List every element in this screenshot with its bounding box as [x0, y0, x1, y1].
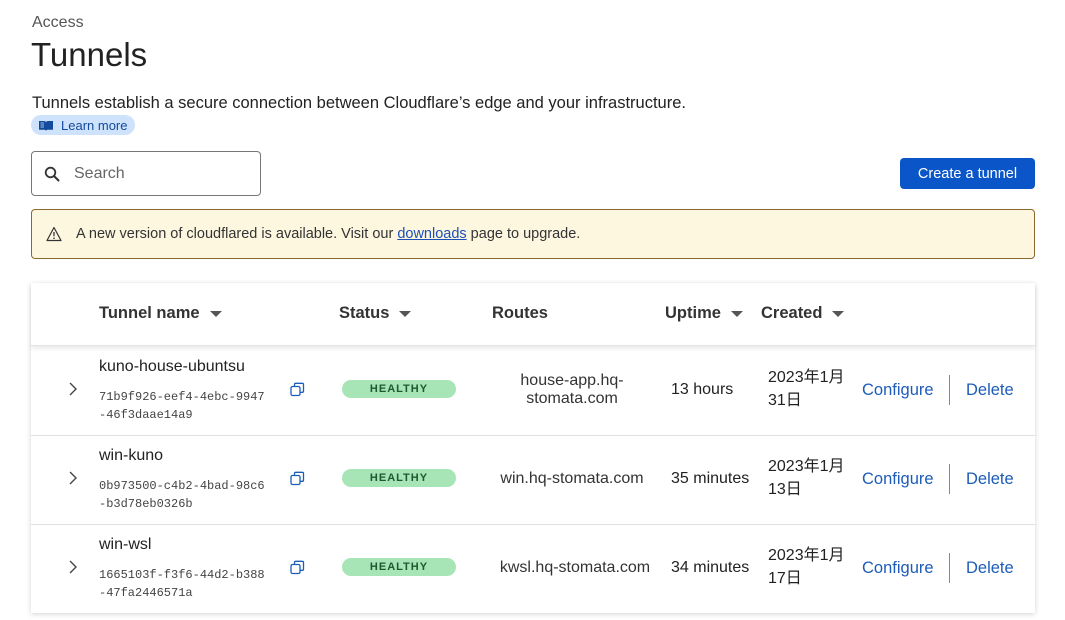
- learn-more-link[interactable]: Learn more: [31, 115, 136, 135]
- copy-icon[interactable]: [290, 471, 305, 486]
- uptime-text: 34 minutes: [671, 559, 750, 576]
- divider: [949, 375, 950, 405]
- expand-chevron-icon[interactable]: [68, 382, 78, 396]
- expand-chevron-icon[interactable]: [68, 560, 78, 574]
- column-created[interactable]: Created: [761, 304, 845, 323]
- divider: [949, 464, 950, 494]
- breadcrumb: Access: [32, 14, 84, 31]
- alert-text-prefix: A new version of cloudflared is availabl…: [76, 226, 398, 242]
- tunnel-id: 0b973500-c4b2-4bad-98c6-b3d78eb0326b: [99, 479, 265, 511]
- book-icon: [39, 120, 53, 131]
- route-text: win.hq-stomata.com: [500, 470, 644, 487]
- column-status[interactable]: Status: [339, 304, 412, 323]
- copy-icon[interactable]: [290, 560, 305, 575]
- configure-link[interactable]: Configure: [862, 559, 934, 578]
- status-badge: HEALTHY: [342, 558, 456, 576]
- table-header: Tunnel name Status Routes Uptime Created: [31, 283, 1035, 346]
- tunnel-name: kuno-house-ubuntsu: [99, 358, 245, 375]
- delete-link[interactable]: Delete: [966, 470, 1014, 489]
- route-text: house-app.hq-stomata.com: [520, 372, 624, 407]
- sort-caret-icon[interactable]: [399, 310, 412, 317]
- update-alert: A new version of cloudflared is availabl…: [31, 209, 1035, 259]
- created-date: 2023年1月17日: [768, 547, 845, 587]
- table-row: win-wsl 1665103f-f3f6-44d2-b388-47fa2446…: [31, 524, 1035, 613]
- downloads-link[interactable]: downloads: [397, 226, 466, 242]
- copy-icon[interactable]: [290, 382, 305, 397]
- created-date: 2023年1月13日: [768, 458, 845, 498]
- status-badge: HEALTHY: [342, 469, 456, 487]
- search-icon: [44, 166, 60, 181]
- column-tunnel-name[interactable]: Tunnel name: [99, 304, 222, 323]
- table-row: win-kuno 0b973500-c4b2-4bad-98c6-b3d78eb…: [31, 435, 1035, 525]
- uptime-text: 35 minutes: [671, 470, 750, 487]
- delete-link[interactable]: Delete: [966, 559, 1014, 578]
- create-tunnel-button[interactable]: Create a tunnel: [900, 158, 1035, 189]
- learn-more-label: Learn more: [61, 117, 128, 133]
- sort-caret-icon[interactable]: [730, 310, 743, 317]
- warning-icon: [46, 226, 62, 242]
- sort-caret-icon[interactable]: [832, 310, 845, 317]
- alert-text-suffix: page to upgrade.: [466, 226, 581, 242]
- tunnel-id: 71b9f926-eef4-4ebc-9947-46f3daae14a9: [99, 390, 265, 422]
- page-description: Tunnels establish a secure connection be…: [32, 94, 686, 112]
- uptime-text: 13 hours: [671, 381, 734, 398]
- expand-chevron-icon[interactable]: [68, 471, 78, 485]
- status-badge: HEALTHY: [342, 380, 456, 398]
- search-field[interactable]: [31, 151, 261, 196]
- table-row: kuno-house-ubuntsu 71b9f926-eef4-4ebc-99…: [31, 346, 1035, 436]
- configure-link[interactable]: Configure: [862, 381, 934, 400]
- sort-caret-icon[interactable]: [209, 310, 222, 317]
- route-text: kwsl.hq-stomata.com: [499, 559, 651, 576]
- delete-link[interactable]: Delete: [966, 381, 1014, 400]
- column-uptime[interactable]: Uptime: [665, 304, 743, 323]
- search-input[interactable]: [72, 163, 246, 184]
- tunnel-id: 1665103f-f3f6-44d2-b388-47fa2446571a: [99, 568, 265, 600]
- tunnel-name: win-wsl: [99, 536, 152, 553]
- divider: [949, 553, 950, 583]
- tunnels-table: Tunnel name Status Routes Uptime Created…: [31, 283, 1035, 613]
- configure-link[interactable]: Configure: [862, 470, 934, 489]
- created-date: 2023年1月31日: [768, 369, 845, 409]
- tunnel-name: win-kuno: [99, 447, 164, 464]
- page-title: Tunnels: [31, 36, 148, 73]
- column-routes: Routes: [492, 304, 548, 322]
